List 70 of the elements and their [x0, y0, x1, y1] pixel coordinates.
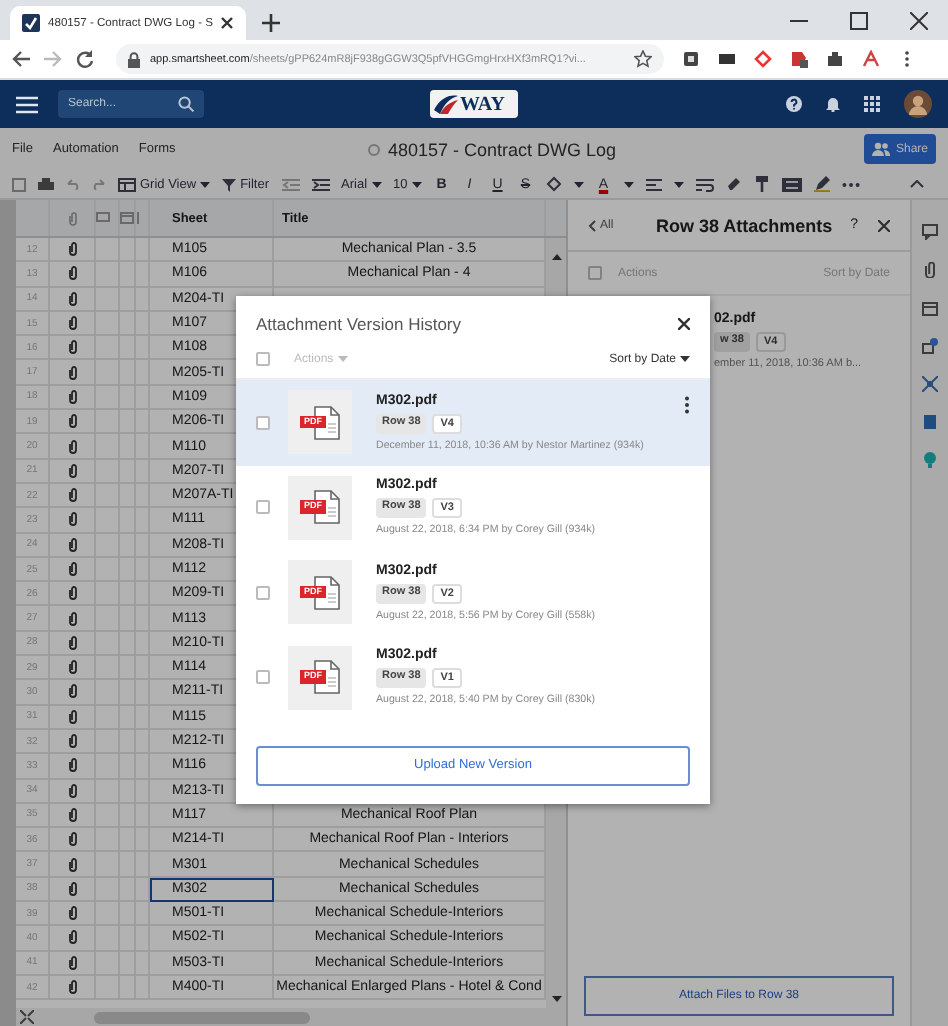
form-icon: [120, 212, 134, 224]
checkbox[interactable]: [256, 352, 270, 366]
checkbox[interactable]: [256, 585, 270, 600]
archive-icon[interactable]: [922, 300, 938, 316]
back-icon[interactable]: [12, 50, 30, 68]
checkbox[interactable]: [256, 500, 270, 515]
highlight-icon[interactable]: [781, 177, 802, 191]
circle-icon: [368, 143, 380, 155]
close-icon[interactable]: [678, 318, 690, 330]
caret-icon: [573, 179, 584, 189]
caret-icon: [623, 179, 634, 189]
bell-icon[interactable]: [826, 96, 840, 112]
avatar-icon[interactable]: [904, 90, 932, 118]
format-painter-icon[interactable]: [753, 176, 770, 192]
apps-grid-icon[interactable]: [864, 96, 880, 112]
lock-icon: [128, 51, 140, 67]
comment-icon: [96, 212, 110, 224]
paperclip-icon: [67, 211, 77, 225]
pencil-icon[interactable]: [813, 176, 830, 192]
help-icon[interactable]: [786, 96, 802, 112]
puzzle-icon[interactable]: [826, 50, 844, 68]
favicon-icon: [22, 14, 40, 32]
checkbox[interactable]: [588, 266, 602, 280]
close-icon[interactable]: [878, 219, 890, 231]
more-vertical-icon[interactable]: [684, 396, 690, 414]
logo: WAY: [430, 90, 518, 118]
caret-icon: [337, 354, 348, 364]
extension-icon[interactable]: [790, 50, 808, 68]
maximize-icon[interactable]: [850, 11, 868, 29]
chevron-left-icon: [588, 219, 596, 231]
fill-color-icon[interactable]: [545, 176, 562, 192]
eraser-icon[interactable]: [725, 176, 742, 192]
share-icon[interactable]: [922, 338, 938, 354]
expand-icon: [20, 1010, 34, 1024]
caret-icon: [411, 179, 422, 189]
star-icon[interactable]: [634, 50, 652, 68]
close-icon[interactable]: [910, 11, 928, 29]
collapse-icon[interactable]: [910, 180, 924, 188]
checkbox[interactable]: [256, 415, 270, 430]
document-icon[interactable]: [922, 414, 938, 430]
align-icon[interactable]: [645, 177, 662, 191]
checkbox[interactable]: [256, 670, 270, 685]
comment-icon[interactable]: [922, 224, 938, 240]
reload-icon[interactable]: [76, 50, 94, 68]
scroll-down-icon: [551, 996, 561, 1002]
filter-icon: [222, 177, 237, 191]
scroll-up-icon: [551, 254, 561, 260]
menu-icon[interactable]: [16, 95, 38, 113]
new-tab-icon[interactable]: [262, 14, 280, 32]
print-icon[interactable]: [38, 177, 54, 191]
close-icon[interactable]: [220, 16, 235, 30]
extension-icon[interactable]: [718, 50, 736, 68]
indent-icon[interactable]: [311, 177, 330, 191]
people-icon: [871, 142, 890, 156]
search-icon: [178, 96, 194, 112]
caret-icon: [371, 179, 382, 189]
grid-icon: [118, 177, 136, 191]
sheet-title: 480157 - Contract DWG Log: [388, 139, 617, 159]
network-icon[interactable]: [922, 376, 938, 392]
diamond-icon[interactable]: [754, 50, 772, 68]
scrollbar[interactable]: [94, 1011, 310, 1023]
shield-icon[interactable]: [682, 50, 700, 68]
caret-icon: [680, 354, 690, 364]
caret-icon: [200, 179, 211, 189]
caret-icon: [673, 179, 684, 189]
more-icon[interactable]: [841, 181, 860, 187]
panel-title: Row 38 Attachments: [656, 215, 835, 235]
swoosh-icon: [434, 94, 458, 114]
paperclip-icon[interactable]: [922, 262, 938, 278]
wrap-icon[interactable]: [695, 177, 714, 191]
